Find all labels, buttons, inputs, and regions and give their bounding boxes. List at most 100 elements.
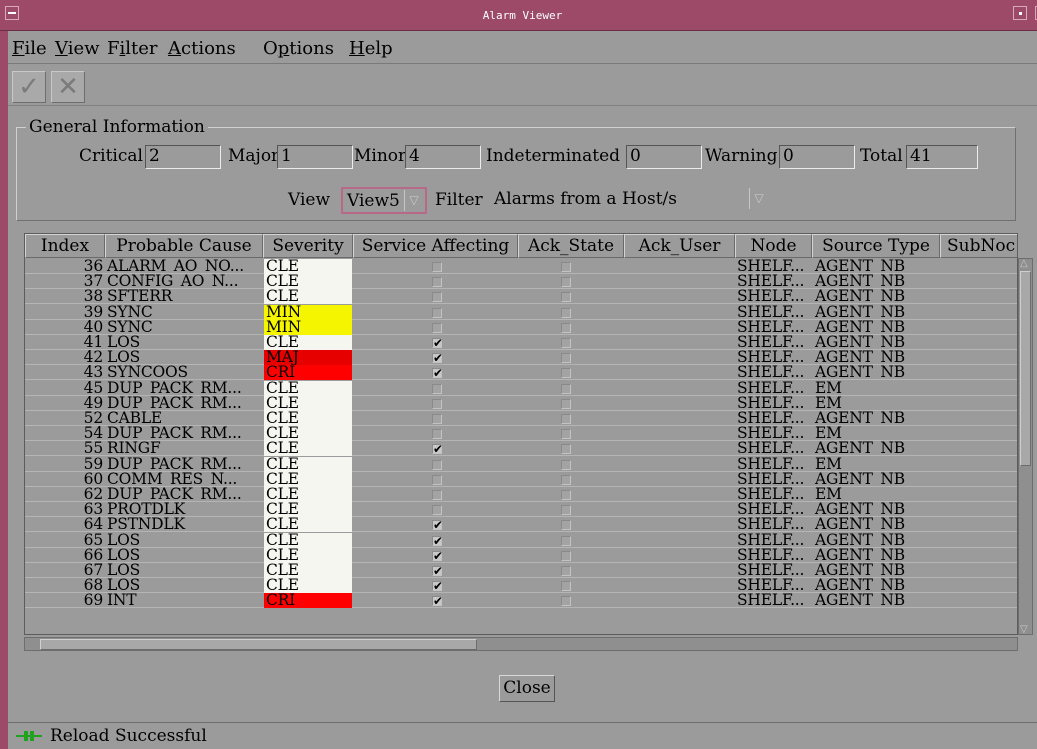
scroll-up-icon[interactable]: △	[1020, 258, 1028, 269]
table-row[interactable]: 63 PROTDLK CLE SHELF... AGENT_NB	[25, 502, 1017, 518]
ack-state-cell	[518, 441, 624, 456]
ack-state-cell	[518, 365, 624, 380]
menu-actions[interactable]: Actions	[168, 38, 236, 59]
checkbox-checked-icon: ✔	[432, 518, 443, 533]
table-row[interactable]: 62 DUP_PACK_RM... CLE SHELF... EM	[25, 487, 1017, 503]
subnoc-cell	[940, 502, 1017, 517]
ack-user-cell	[624, 411, 734, 426]
service-affecting-cell: ✔	[354, 441, 518, 456]
table-row[interactable]: 60 COMM_RES_N... CLE SHELF... AGENT_NB	[25, 471, 1017, 487]
view-select[interactable]: View5 ▽	[341, 187, 427, 214]
title-bar: Alarm Viewer	[0, 0, 1037, 31]
node-cell: SHELF...	[737, 456, 805, 472]
window-title: Alarm Viewer	[482, 9, 563, 22]
service-affecting-cell: ✔	[354, 548, 518, 563]
source-type-cell: AGENT_NB	[815, 532, 905, 548]
horizontal-scrollbar[interactable]	[24, 637, 1018, 651]
vertical-scrollbar[interactable]: △ ▽	[1018, 258, 1033, 635]
checkbox-icon	[561, 262, 571, 272]
severity-cell: CLE	[264, 411, 352, 426]
index-cell: 55	[83, 441, 104, 457]
table-row[interactable]: 55 RINGF CLE ✔ SHELF... AGENT_NB	[25, 441, 1017, 457]
table-row[interactable]: 68 LOS CLE ✔ SHELF... AGENT_NB	[25, 578, 1017, 594]
column-header-index[interactable]: Index	[25, 234, 105, 258]
node-cell: SHELF...	[737, 350, 805, 366]
probable-cause-cell: INT	[107, 593, 137, 609]
table-row[interactable]: 49 DUP_PACK_RM... CLE SHELF... EM	[25, 395, 1017, 411]
column-header-ack-user[interactable]: Ack_User	[624, 234, 735, 258]
filter-select[interactable]: Alarms from a Host/s ▽	[490, 187, 770, 214]
service-affecting-cell	[354, 472, 518, 487]
column-header-ack-state[interactable]: Ack_State	[518, 234, 624, 258]
severity-cell: CLE	[264, 259, 352, 274]
column-header-severity[interactable]: Severity	[263, 234, 353, 258]
minimize-icon[interactable]	[1013, 6, 1027, 20]
service-affecting-cell	[354, 411, 518, 426]
checkbox-icon	[432, 505, 442, 516]
checkbox-icon	[561, 353, 571, 364]
column-header-subnoc[interactable]: SubNoc	[940, 234, 1017, 258]
severity-cell: CLE	[264, 532, 352, 548]
ack-state-cell	[518, 593, 624, 608]
status-message: Reload Successful	[50, 726, 207, 746]
table-row[interactable]: 52 CABLE CLE SHELF... AGENT_NB	[25, 411, 1017, 427]
menu-file[interactable]: File	[12, 38, 47, 59]
unacknowledge-button[interactable]: ✕	[51, 71, 85, 103]
subnoc-cell	[940, 457, 1017, 472]
table-row[interactable]: 41 LOS CLE ✔ SHELF... AGENT_NB	[25, 335, 1017, 351]
column-header-source-type[interactable]: Source Type	[812, 234, 940, 258]
close-button[interactable]: Close	[499, 675, 555, 702]
horizontal-scroll-thumb[interactable]	[40, 639, 477, 650]
ack-state-cell	[518, 335, 624, 350]
acknowledge-button[interactable]: ✓	[12, 71, 46, 103]
subnoc-cell	[940, 487, 1017, 502]
severity-cell: MIN	[264, 319, 352, 335]
ack-user-cell	[624, 350, 734, 365]
index-cell: 52	[83, 411, 104, 426]
probable-cause-cell: SYNC	[107, 319, 153, 335]
column-header-node[interactable]: Node	[735, 234, 812, 258]
table-body: 36 ALARM_AO_NO... CLE SHELF... AGENT_NB 37 CON…	[25, 259, 1017, 634]
table-row[interactable]: 37 CONFIG_AO_N... CLE SHELF... AGENT_NB	[25, 274, 1017, 290]
node-cell: SHELF...	[737, 380, 805, 396]
menu-help[interactable]: Help	[349, 38, 393, 59]
index-cell: 69	[83, 593, 104, 609]
table-row[interactable]: 65 LOS CLE ✔ SHELF... AGENT_NB	[25, 532, 1017, 548]
vertical-scroll-thumb[interactable]	[1020, 271, 1031, 466]
alarm-table: Index Probable Cause Severity Service Af…	[24, 233, 1018, 635]
table-row[interactable]: 66 LOS CLE ✔ SHELF... AGENT_NB	[25, 547, 1017, 563]
indeterminated-count: 0	[626, 145, 702, 169]
table-row[interactable]: 64 PSTNDLK CLE ✔ SHELF... AGENT_NB	[25, 517, 1017, 533]
table-row[interactable]: 54 DUP_PACK_RM... CLE SHELF... EM	[25, 426, 1017, 442]
index-cell: 65	[83, 532, 104, 548]
table-row[interactable]: 40 SYNC MIN SHELF... AGENT_NB	[25, 319, 1017, 335]
probable-cause-cell: LOS	[107, 547, 141, 563]
probable-cause-cell: ALARM_AO_NO...	[107, 259, 244, 274]
table-row[interactable]: 39 SYNC MIN SHELF... AGENT_NB	[25, 304, 1017, 320]
table-row[interactable]: 42 LOS MAJ ✔ SHELF... AGENT_NB	[25, 350, 1017, 366]
checkmark-icon: ✓	[18, 72, 40, 102]
table-row[interactable]: 67 LOS CLE ✔ SHELF... AGENT_NB	[25, 563, 1017, 579]
menu-options[interactable]: Options	[263, 38, 334, 59]
column-header-probable-cause[interactable]: Probable Cause	[105, 234, 263, 258]
table-row[interactable]: 38 SFTERR CLE SHELF... AGENT_NB	[25, 289, 1017, 305]
table-row[interactable]: 45 DUP_PACK_RM... CLE SHELF... EM	[25, 380, 1017, 396]
index-cell: 59	[83, 456, 104, 472]
table-row[interactable]: 36 ALARM_AO_NO... CLE SHELF... AGENT_NB	[25, 259, 1017, 275]
index-cell: 43	[83, 365, 104, 381]
service-affecting-cell: ✔	[354, 350, 518, 365]
table-row[interactable]: 69 INT CRI ✔ SHELF... AGENT_NB	[25, 593, 1017, 609]
index-cell: 36	[83, 259, 104, 274]
scroll-down-icon[interactable]: ▽	[1020, 624, 1028, 635]
column-header-service-affecting[interactable]: Service Affecting	[353, 234, 518, 258]
checkbox-checked-icon: ✔	[432, 579, 443, 594]
menu-view[interactable]: View	[55, 38, 100, 59]
checkbox-icon	[432, 383, 442, 394]
table-row[interactable]: 59 DUP_PACK_RM... CLE SHELF... EM	[25, 456, 1017, 472]
severity-cell: CLE	[264, 380, 352, 396]
checkbox-icon	[432, 322, 442, 333]
severity-cell: CLE	[264, 517, 352, 533]
menu-filter[interactable]: Filter	[107, 38, 158, 59]
service-affecting-cell	[354, 396, 518, 411]
table-row[interactable]: 43 SYNCOOS CRI ✔ SHELF... AGENT_NB	[25, 365, 1017, 381]
